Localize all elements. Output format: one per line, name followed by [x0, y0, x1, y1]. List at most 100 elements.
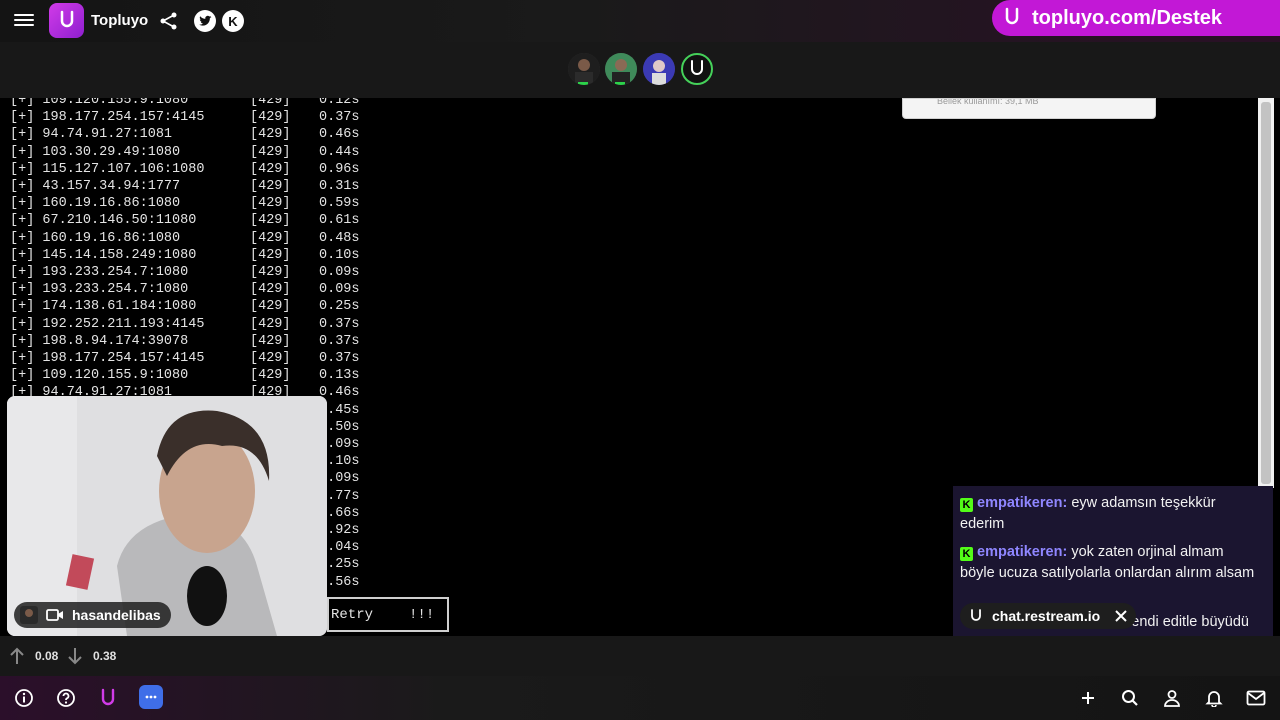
terminal-proxy-address: [+] 145.14.158.249:1080 [10, 247, 197, 263]
brand-link-text: topluyo.com/Destek [1032, 6, 1223, 29]
terminal-status-code: [429] [250, 98, 291, 108]
participant-avatar[interactable] [605, 53, 637, 85]
kick-badge-icon: K [960, 547, 973, 561]
terminal-proxy-address: [+] 192.252.211.193:4145 [10, 316, 205, 332]
mail-icon[interactable] [1245, 687, 1267, 709]
camera-icon [46, 609, 63, 621]
terminal-scrollbar[interactable] [1258, 98, 1274, 488]
user-icon[interactable] [1161, 687, 1183, 709]
topluyo-bot-avatar[interactable] [681, 53, 713, 85]
upload-arrow-icon [10, 647, 24, 664]
search-icon[interactable] [1119, 687, 1141, 709]
info-icon[interactable] [13, 687, 35, 709]
webcam-image [7, 396, 327, 636]
terminal-response-time: 0.44s [319, 144, 360, 160]
topluyo-pill-icon [1005, 7, 1019, 25]
streamer-name-tag: hasandelibas [14, 602, 171, 628]
chat-separator: : [1062, 544, 1068, 560]
terminal-response-time: 0.59s [319, 196, 360, 212]
chat-icon[interactable] [139, 685, 163, 709]
terminal-status-code: [429] [250, 333, 291, 349]
topluyo-icon[interactable] [97, 687, 119, 709]
retry-label: Retry [331, 606, 374, 623]
terminal-status-code: [429] [250, 282, 291, 298]
help-icon[interactable] [55, 687, 77, 709]
terminal-response-time: 0.37s [319, 110, 360, 126]
terminal-status-code: [429] [250, 179, 291, 194]
terminal-response-time: 0.48s [319, 230, 360, 246]
terminal-proxy-address: [+] 103.30.29.49:1080 [10, 144, 181, 160]
bottom-toolbar [0, 676, 1280, 720]
terminal-proxy-address: [+] 198.8.94.174:39078 [10, 333, 189, 349]
terminal-status-code: [429] [250, 230, 291, 246]
terminal-proxy-address: [+] 67.210.146.50:11080 [10, 213, 197, 229]
terminal-proxy-address: [+] 109.120.155.9:1080 [10, 368, 189, 384]
share-icon[interactable] [159, 11, 179, 31]
chat-username: empatikeren [977, 495, 1063, 511]
upload-speed: 0.08 [35, 649, 59, 663]
top-bar: Topluyo K topluyo.com/Destek [0, 0, 1280, 42]
terminal-status-code: [429] [250, 196, 291, 212]
topluyo-logo-icon[interactable] [49, 3, 84, 38]
terminal-proxy-address: [+] 160.19.16.86:1080 [10, 230, 181, 246]
terminal-proxy-address: [+] 193.233.254.7:1080 [10, 265, 189, 280]
terminal-status-code: [429] [250, 213, 291, 229]
terminal-status-code: [429] [250, 351, 291, 366]
streamer-avatar-icon [20, 606, 38, 624]
terminal-status-code: [429] [250, 316, 291, 332]
terminal-status-code: [429] [250, 161, 291, 177]
chat-separator: : [1062, 495, 1068, 511]
terminal-status-code: [429] [250, 265, 291, 280]
terminal-status-code: [429] [250, 127, 291, 143]
terminal-response-time: 0.61s [319, 213, 360, 229]
terminal-proxy-address: [+] 198.177.254.157:4145 [10, 351, 205, 366]
memory-usage-popup: Bellek kullanımı: 39,1 MB [902, 98, 1156, 119]
download-speed: 0.38 [93, 649, 117, 663]
terminal-proxy-address: [+] 193.233.254.7:1080 [10, 282, 189, 298]
terminal-proxy-address: [+] 94.74.91.27:1081 [10, 127, 173, 143]
network-stats-bar: 0.08 0.38 [0, 636, 1280, 676]
chat-source-label: chat.restream.io [992, 608, 1101, 624]
terminal-response-time: 0.13s [319, 368, 360, 384]
terminal-status-code: [429] [250, 110, 291, 126]
participant-avatar[interactable] [643, 53, 675, 85]
terminal-response-time: 0.09s [319, 265, 360, 280]
menu-icon[interactable] [14, 11, 34, 31]
plus-icon[interactable] [1077, 687, 1099, 709]
terminal-status-code: [429] [250, 299, 291, 315]
terminal-status-code: [429] [250, 144, 291, 160]
terminal-response-time: 0.46s [319, 127, 360, 143]
terminal-status-code: [429] [250, 368, 291, 384]
terminal-response-time: 0.37s [319, 333, 360, 349]
close-icon[interactable] [1114, 609, 1128, 623]
terminal-response-time: 0.37s [319, 316, 360, 332]
retry-mark: !!! [409, 606, 435, 623]
app-title: Topluyo [91, 12, 149, 29]
kick-badge-icon: K [960, 498, 973, 512]
terminal-proxy-address: [+] 43.157.34.94:1777 [10, 179, 181, 194]
chat-message: Kempatikeren: yok zaten orjinal almam bö… [960, 542, 1260, 584]
webcam-feed [7, 396, 327, 636]
bell-icon[interactable] [1203, 687, 1225, 709]
chat-text: kendi editle büyüdü [1124, 614, 1249, 630]
participants-strip [0, 42, 1280, 98]
kick-icon[interactable]: K [222, 10, 244, 32]
terminal-response-time: 0.12s [319, 98, 360, 108]
participant-avatar[interactable] [568, 53, 600, 85]
chat-message: Kempatikeren: eyw adamsın teşekkür ederi… [960, 493, 1260, 535]
twitter-icon[interactable] [194, 10, 216, 32]
terminal-proxy-address: [+] 115.127.107.106:1080 [10, 161, 205, 177]
terminal-response-time: 0.31s [319, 179, 360, 194]
terminal-response-time: 0.37s [319, 351, 360, 366]
streamer-name: hasandelibas [72, 607, 161, 623]
chat-source-tag: chat.restream.io [960, 603, 1137, 629]
terminal-response-time: 0.10s [319, 247, 360, 263]
terminal-proxy-address: [+] 198.177.254.157:4145 [10, 110, 205, 126]
brand-link-button[interactable]: topluyo.com/Destek [992, 0, 1280, 36]
terminal-response-time: 0.09s [319, 282, 360, 298]
terminal-status-code: [429] [250, 247, 291, 263]
terminal-proxy-address: [+] 174.138.61.184:1080 [10, 299, 197, 315]
memory-usage-text: Bellek kullanımı: 39,1 MB [937, 98, 1039, 106]
download-arrow-icon [68, 648, 82, 665]
retry-box: Retry !!! [327, 597, 449, 632]
